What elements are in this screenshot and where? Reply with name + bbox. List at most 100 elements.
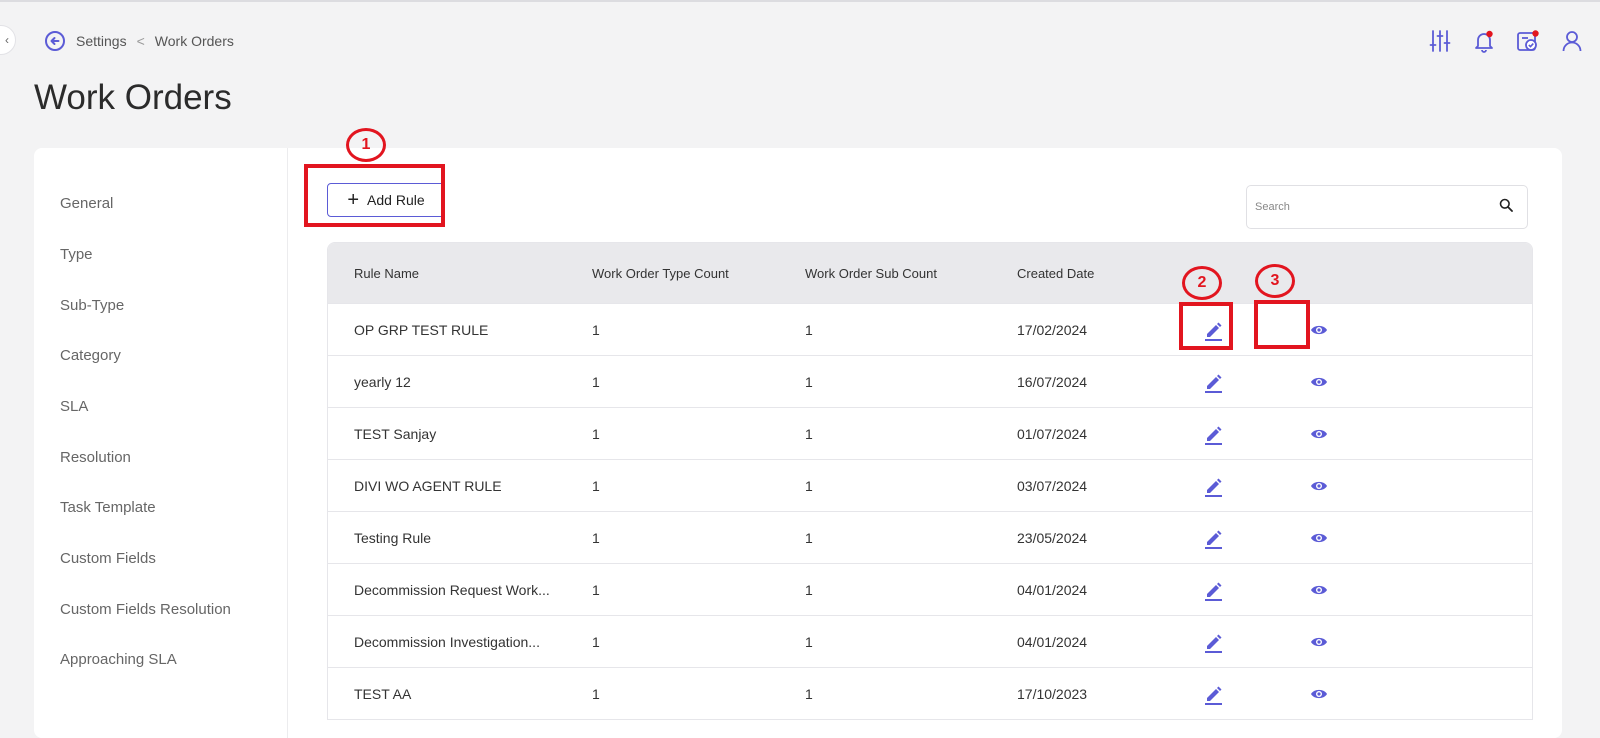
breadcrumb-settings[interactable]: Settings xyxy=(76,33,127,49)
filter-settings-icon[interactable] xyxy=(1428,28,1452,54)
table-row[interactable]: Decommission Investigation... 1 1 04/01/202… xyxy=(328,615,1532,667)
view-eye-icon[interactable] xyxy=(1304,471,1334,501)
cell-type-count: 1 xyxy=(592,373,600,390)
view-eye-icon[interactable] xyxy=(1304,523,1334,553)
table-row[interactable]: DIVI WO AGENT RULE 1 1 03/07/2024 xyxy=(328,459,1532,511)
view-eye-icon[interactable] xyxy=(1304,367,1334,397)
view-eye-icon[interactable] xyxy=(1304,627,1334,657)
sidebar-item-type[interactable]: Type xyxy=(60,243,93,267)
cell-type-count: 1 xyxy=(592,425,600,442)
cell-view xyxy=(1260,523,1380,553)
edit-pencil-icon[interactable] xyxy=(1198,523,1228,553)
settings-panel: General Type Sub-Type Category SLA Resol… xyxy=(34,148,1562,738)
cell-created-date: 16/07/2024 xyxy=(1017,373,1088,390)
view-eye-icon[interactable] xyxy=(1304,419,1334,449)
cell-created-date: 01/07/2024 xyxy=(1017,425,1088,442)
cell-type-count: 1 xyxy=(592,685,600,702)
add-rule-label: Add Rule xyxy=(367,192,425,208)
task-calendar-icon[interactable] xyxy=(1516,28,1540,54)
sidebar-item-sub-type[interactable]: Sub-Type xyxy=(60,294,124,318)
settings-sidebar: General Type Sub-Type Category SLA Resol… xyxy=(34,148,288,738)
breadcrumb: Settings < Work Orders xyxy=(44,29,234,53)
table-row[interactable]: OP GRP TEST RULE 1 1 17/02/2024 xyxy=(328,303,1532,355)
chevron-icon: ‹ xyxy=(5,33,9,47)
top-border xyxy=(0,0,1600,2)
notification-bell-icon[interactable] xyxy=(1472,28,1496,54)
cell-type-count: 1 xyxy=(592,477,600,494)
header-actions xyxy=(1428,28,1584,54)
edit-pencil-icon[interactable] xyxy=(1198,471,1228,501)
annotation-marker-1: 1 xyxy=(346,128,386,162)
edit-pencil-icon[interactable] xyxy=(1198,367,1228,397)
rules-content: + Add Rule Rule Name Work Order Type Cou… xyxy=(289,148,1562,738)
search-icon[interactable] xyxy=(1499,198,1513,217)
sidebar-collapse-button[interactable]: ‹ xyxy=(0,25,16,55)
annotation-marker-3: 3 xyxy=(1255,264,1295,298)
edit-pencil-icon[interactable] xyxy=(1198,627,1228,657)
cell-created-date: 04/01/2024 xyxy=(1017,633,1088,650)
cell-type-count: 1 xyxy=(592,633,600,650)
cell-created-date: 03/07/2024 xyxy=(1017,477,1088,494)
column-header-rule-name[interactable]: Rule Name xyxy=(328,266,566,281)
cell-view xyxy=(1260,627,1380,657)
cell-rule-name: TEST Sanjay xyxy=(354,425,437,442)
table-row[interactable]: Decommission Request Work... 1 1 04/01/2024 xyxy=(328,563,1532,615)
sidebar-item-approaching-sla[interactable]: Approaching SLA xyxy=(60,648,177,672)
cell-edit xyxy=(1184,471,1260,501)
column-header-sub-count[interactable]: Work Order Sub Count xyxy=(779,266,991,281)
add-rule-button[interactable]: + Add Rule xyxy=(327,183,445,217)
table-row[interactable]: yearly 12 1 1 16/07/2024 xyxy=(328,355,1532,407)
table-row[interactable]: Testing Rule 1 1 23/05/2024 xyxy=(328,511,1532,563)
user-icon[interactable] xyxy=(1560,28,1584,54)
cell-sub-count: 1 xyxy=(805,529,813,546)
edit-pencil-icon[interactable] xyxy=(1198,679,1228,709)
edit-pencil-icon[interactable] xyxy=(1198,419,1228,449)
edit-pencil-icon[interactable] xyxy=(1198,575,1228,605)
cell-sub-count: 1 xyxy=(805,581,813,598)
sidebar-item-category[interactable]: Category xyxy=(60,344,121,368)
search-input[interactable] xyxy=(1255,201,1499,213)
sidebar-item-sla[interactable]: SLA xyxy=(60,395,88,419)
view-eye-icon[interactable] xyxy=(1304,575,1334,605)
sidebar-item-custom-fields[interactable]: Custom Fields xyxy=(60,547,156,571)
breadcrumb-separator: < xyxy=(136,33,145,49)
cell-edit xyxy=(1184,575,1260,605)
view-eye-icon[interactable] xyxy=(1304,679,1334,709)
search-box xyxy=(1246,185,1528,229)
cell-sub-count: 1 xyxy=(805,321,813,338)
table-body: OP GRP TEST RULE 1 1 17/02/2024 yearly 12 1 1 1… xyxy=(328,303,1532,719)
cell-type-count: 1 xyxy=(592,529,600,546)
cell-type-count: 1 xyxy=(592,581,600,598)
edit-pencil-icon[interactable] xyxy=(1198,315,1228,345)
cell-rule-name: yearly 12 xyxy=(354,373,411,390)
cell-view xyxy=(1260,575,1380,605)
breadcrumb-work-orders: Work Orders xyxy=(154,33,234,49)
column-header-type-count[interactable]: Work Order Type Count xyxy=(566,266,779,281)
sidebar-item-custom-fields-resolution[interactable]: Custom Fields Resolution xyxy=(60,598,231,622)
sidebar-item-task-template[interactable]: Task Template xyxy=(60,496,156,520)
page-title: Work Orders xyxy=(34,78,232,117)
cell-sub-count: 1 xyxy=(805,477,813,494)
cell-edit xyxy=(1184,419,1260,449)
cell-rule-name: DIVI WO AGENT RULE xyxy=(354,477,502,494)
cell-edit xyxy=(1184,679,1260,709)
cell-view xyxy=(1260,471,1380,501)
sidebar-item-general[interactable]: General xyxy=(60,192,113,216)
cell-view xyxy=(1260,419,1380,449)
cell-sub-count: 1 xyxy=(805,685,813,702)
cell-type-count: 1 xyxy=(592,321,600,338)
cell-edit xyxy=(1184,367,1260,397)
plus-icon: + xyxy=(347,189,360,211)
cell-rule-name: TEST AA xyxy=(354,685,412,702)
view-eye-icon[interactable] xyxy=(1304,315,1334,345)
cell-created-date: 04/01/2024 xyxy=(1017,581,1088,598)
table-row[interactable]: TEST Sanjay 1 1 01/07/2024 xyxy=(328,407,1532,459)
column-header-created-date[interactable]: Created Date xyxy=(991,266,1184,281)
back-arrow-icon[interactable] xyxy=(44,30,66,52)
sidebar-item-resolution[interactable]: Resolution xyxy=(60,446,131,470)
table-row[interactable]: TEST AA 1 1 17/10/2023 xyxy=(328,667,1532,719)
cell-rule-name: Decommission Investigation... xyxy=(354,633,540,650)
cell-edit xyxy=(1184,315,1260,345)
cell-created-date: 17/10/2023 xyxy=(1017,685,1088,702)
cell-view xyxy=(1260,679,1380,709)
